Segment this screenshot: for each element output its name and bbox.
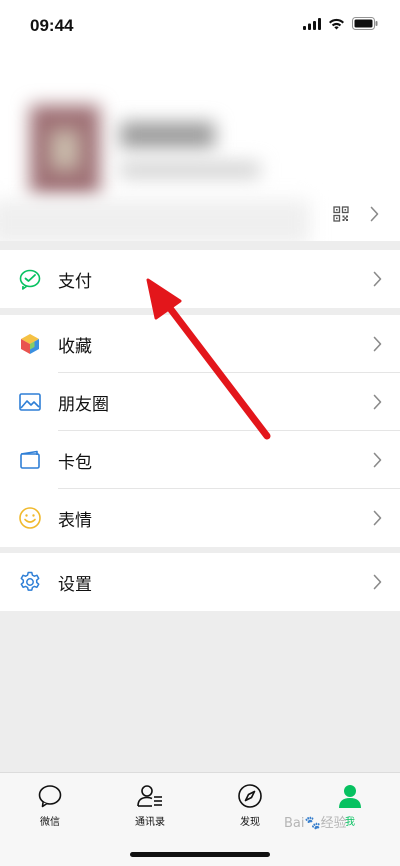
avatar-center-blur <box>50 130 80 170</box>
menu-item-label: 表情 <box>58 510 92 531</box>
moments-photo-icon <box>19 393 41 411</box>
tab-chats[interactable]: 微信 <box>10 783 90 828</box>
qr-code-icon[interactable] <box>333 206 349 222</box>
card-wallet-icon <box>20 450 40 469</box>
tab-contacts[interactable]: 通讯录 <box>110 783 190 828</box>
menu-item-favorites[interactable]: 收藏 <box>0 315 400 373</box>
menu-item-label: 卡包 <box>58 452 92 473</box>
battery-icon <box>352 17 378 30</box>
chevron-right-icon <box>370 206 379 222</box>
profile-header[interactable] <box>0 50 400 241</box>
smiley-face-icon <box>19 507 41 529</box>
chevron-right-icon <box>373 574 382 590</box>
status-icons <box>303 17 378 30</box>
status-bar: 09:44 <box>0 0 400 50</box>
gear-icon <box>20 571 40 591</box>
wifi-icon <box>329 18 344 29</box>
nickname-blurred <box>120 122 215 148</box>
tab-label: 通讯录 <box>135 817 165 828</box>
favorites-cube-icon <box>21 334 39 354</box>
menu-item-label: 支付 <box>58 271 92 292</box>
menu-group-pay: 支付 <box>0 250 400 308</box>
chat-bubble-icon <box>38 785 62 808</box>
chevron-right-icon <box>373 394 382 410</box>
menu-item-settings[interactable]: 设置 <box>0 553 400 611</box>
chevron-right-icon <box>373 452 382 468</box>
profile-bottom-blur <box>0 200 310 241</box>
chevron-right-icon <box>373 510 382 526</box>
menu-group-settings: 设置 <box>0 553 400 611</box>
tab-label: 微信 <box>40 817 60 828</box>
status-time: 09:44 <box>30 16 74 35</box>
me-person-icon <box>339 785 361 808</box>
cellular-signal-icon <box>303 17 321 30</box>
chevron-right-icon <box>373 271 382 287</box>
menu-item-label: 设置 <box>58 574 92 595</box>
menu-group-main: 收藏 朋友圈 卡包 表情 <box>0 315 400 547</box>
chevron-right-icon <box>373 336 382 352</box>
menu-item-label: 朋友圈 <box>58 394 109 415</box>
tab-discover[interactable]: 发现 <box>210 783 290 828</box>
menu-item-stickers[interactable]: 表情 <box>0 489 400 547</box>
wechat-id-blurred <box>120 162 260 178</box>
menu-item-moments[interactable]: 朋友圈 <box>0 373 400 431</box>
wechat-pay-icon <box>19 269 41 290</box>
compass-icon <box>238 784 262 808</box>
contacts-person-icon <box>137 785 162 807</box>
menu-item-cards[interactable]: 卡包 <box>0 431 400 489</box>
menu-item-label: 收藏 <box>58 336 92 357</box>
tab-label: 发现 <box>240 817 260 828</box>
watermark: Bai🐾经验 <box>284 816 347 831</box>
menu-item-pay[interactable]: 支付 <box>0 250 400 308</box>
home-indicator <box>130 852 270 857</box>
